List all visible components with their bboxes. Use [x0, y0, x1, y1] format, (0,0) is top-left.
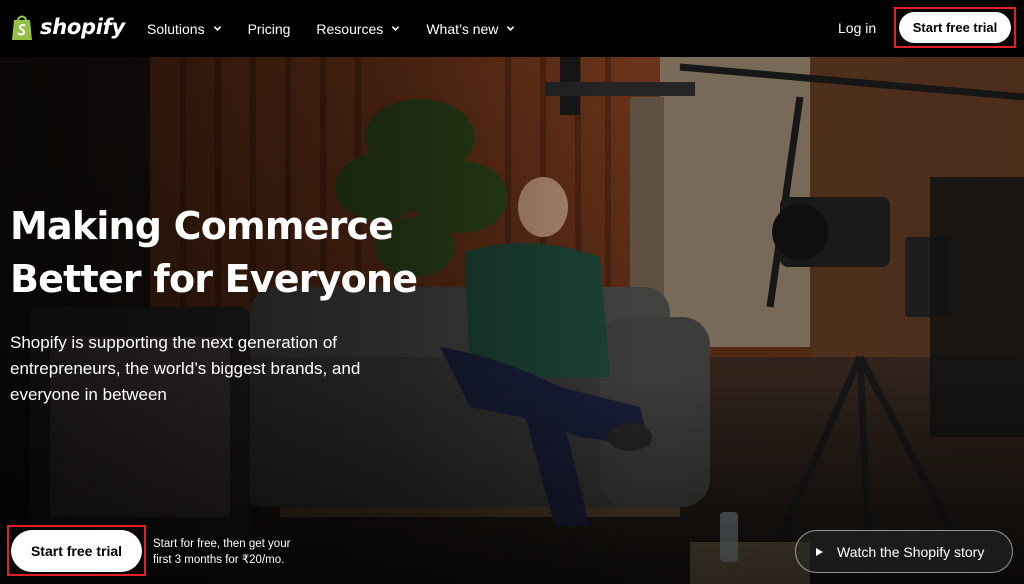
top-navigation: shopify Solutions Pricing Resources What…	[0, 0, 1024, 57]
shopify-logo[interactable]: shopify	[10, 13, 125, 41]
nav-cta-highlight: Start free trial	[894, 7, 1016, 48]
nav-item-label: Solutions	[147, 20, 205, 37]
hero-subtext: Shopify is supporting the next generatio…	[10, 333, 361, 404]
chevron-down-icon	[392, 26, 400, 31]
nav-item-solutions[interactable]: Solutions	[147, 21, 222, 37]
login-link[interactable]: Log in	[838, 20, 876, 36]
trial-offer-line2: first 3 months for ₹20/mo.	[153, 554, 285, 566]
nav-item-label: Resources	[316, 20, 384, 37]
trial-offer-note: Start for free, then get your first 3 mo…	[153, 536, 323, 568]
nav-item-resources[interactable]: Resources	[316, 21, 400, 37]
play-icon	[816, 547, 823, 556]
watch-story-button[interactable]: Watch the Shopify story	[795, 530, 1013, 573]
hero-headline-line1: Making Commerce	[10, 204, 394, 248]
nav-item-label: What’s new	[426, 20, 499, 37]
chevron-down-icon	[213, 26, 221, 31]
hero-section: Making Commerce Better for Everyone Shop…	[0, 57, 1024, 584]
hero-headline-line2: Better for Everyone	[10, 257, 418, 301]
hero-headline: Making Commerce Better for Everyone	[10, 200, 430, 306]
watch-story-label: Watch the Shopify story	[837, 543, 985, 560]
shopping-bag-icon	[12, 15, 32, 40]
chevron-down-icon	[507, 26, 515, 31]
nav-item-label: Pricing	[247, 20, 291, 37]
start-free-trial-button-nav[interactable]: Start free trial	[899, 12, 1011, 43]
start-free-trial-button-hero[interactable]: Start free trial	[11, 530, 142, 572]
logo-wordmark: shopify	[40, 15, 125, 39]
hero-cta-highlight: Start free trial	[7, 525, 146, 576]
nav-links: Solutions Pricing Resources What’s new	[147, 0, 541, 57]
nav-item-pricing[interactable]: Pricing	[248, 21, 291, 37]
hero-overlay-bottom	[0, 57, 1024, 584]
trial-offer-line1: Start for free, then get your	[153, 538, 291, 550]
nav-item-whats-new[interactable]: What’s new	[426, 21, 515, 37]
